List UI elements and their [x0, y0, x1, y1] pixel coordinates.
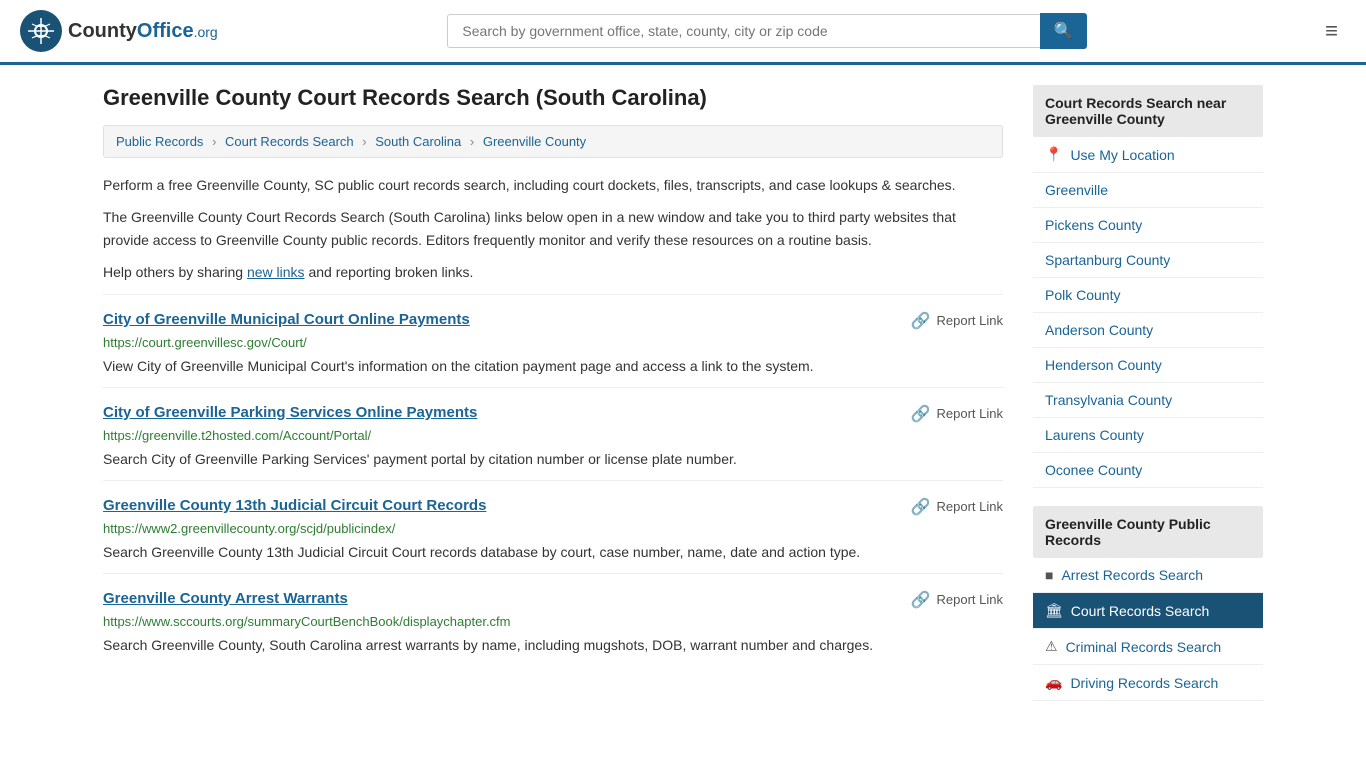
public-records-links: ■ Arrest Records Search 🏛 Court Records … [1033, 558, 1263, 701]
result-title-0[interactable]: City of Greenville Municipal Court Onlin… [103, 311, 470, 328]
report-link-btn-1[interactable]: 🔗 Report Link [911, 404, 1003, 424]
sidebar: Court Records Search near Greenville Cou… [1033, 85, 1263, 719]
records-link-1[interactable]: 🏛 Court Records Search [1033, 593, 1263, 628]
result-desc-2: Search Greenville County 13th Judicial C… [103, 542, 1003, 563]
result-title-2[interactable]: Greenville County 13th Judicial Circuit … [103, 497, 486, 514]
main-container: Greenville County Court Records Search (… [83, 65, 1283, 739]
nearby-link-0[interactable]: 📍Use My Location [1033, 137, 1263, 172]
report-icon-2: 🔗 [911, 497, 931, 517]
results-list: City of Greenville Municipal Court Onlin… [103, 294, 1003, 666]
report-icon-0: 🔗 [911, 311, 931, 331]
result-desc-0: View City of Greenville Municipal Court'… [103, 356, 1003, 377]
description-1: Perform a free Greenville County, SC pub… [103, 174, 1003, 196]
new-links-link[interactable]: new links [247, 264, 305, 280]
nearby-link-8[interactable]: Laurens County [1033, 418, 1263, 452]
logo-area: CountyOffice.org [20, 10, 218, 52]
nearby-list-item: Greenville [1033, 173, 1263, 208]
report-link-label-2: Report Link [937, 499, 1003, 514]
report-link-label-1: Report Link [937, 406, 1003, 421]
content-area: Greenville County Court Records Search (… [103, 85, 1003, 719]
nearby-link-4[interactable]: Polk County [1033, 278, 1263, 312]
records-icon-1: 🏛 [1045, 602, 1063, 619]
breadcrumb-sep-3: › [470, 134, 474, 149]
result-item: Greenville County 13th Judicial Circuit … [103, 480, 1003, 573]
nearby-list-item: Spartanburg County [1033, 243, 1263, 278]
nearby-list-item: Laurens County [1033, 418, 1263, 453]
description-2: The Greenville County Court Records Sear… [103, 206, 1003, 251]
report-icon-3: 🔗 [911, 590, 931, 610]
nearby-list-item: Pickens County [1033, 208, 1263, 243]
location-pin-icon: 📍 [1045, 146, 1062, 163]
breadcrumb-sep-1: › [212, 134, 216, 149]
report-link-btn-0[interactable]: 🔗 Report Link [911, 311, 1003, 331]
page-title: Greenville County Court Records Search (… [103, 85, 1003, 111]
nearby-list-item: Oconee County [1033, 453, 1263, 488]
description-3: Help others by sharing new links and rep… [103, 261, 1003, 283]
search-bar: 🔍 [447, 13, 1087, 49]
nearby-links: 📍Use My LocationGreenvillePickens County… [1033, 137, 1263, 488]
records-link-label-1: Court Records Search [1071, 603, 1210, 619]
nearby-list-item: Anderson County [1033, 313, 1263, 348]
nearby-link-9[interactable]: Oconee County [1033, 453, 1263, 487]
search-input[interactable] [447, 14, 1039, 48]
breadcrumb-sep-2: › [362, 134, 366, 149]
result-desc-3: Search Greenville County, South Carolina… [103, 635, 1003, 656]
result-url-1: https://greenville.t2hosted.com/Account/… [103, 428, 1003, 443]
hamburger-icon: ≡ [1325, 18, 1338, 43]
report-link-label-3: Report Link [937, 592, 1003, 607]
result-item: Greenville County Arrest Warrants 🔗 Repo… [103, 573, 1003, 666]
result-item: City of Greenville Parking Services Onli… [103, 387, 1003, 480]
breadcrumb-public-records[interactable]: Public Records [116, 134, 203, 149]
records-list-item: 🚗 Driving Records Search [1033, 665, 1263, 701]
result-item: City of Greenville Municipal Court Onlin… [103, 294, 1003, 387]
records-list-item: ⚠ Criminal Records Search [1033, 629, 1263, 665]
report-link-btn-3[interactable]: 🔗 Report Link [911, 590, 1003, 610]
nearby-link-6[interactable]: Henderson County [1033, 348, 1263, 382]
result-desc-1: Search City of Greenville Parking Servic… [103, 449, 1003, 470]
result-url-3: https://www.sccourts.org/summaryCourtBen… [103, 614, 1003, 629]
menu-button[interactable]: ≡ [1317, 14, 1346, 48]
nearby-link-5[interactable]: Anderson County [1033, 313, 1263, 347]
breadcrumb-greenville-county[interactable]: Greenville County [483, 134, 586, 149]
logo-icon [20, 10, 62, 52]
nearby-list-item: 📍Use My Location [1033, 137, 1263, 173]
records-link-2[interactable]: ⚠ Criminal Records Search [1033, 629, 1263, 664]
records-icon-0: ■ [1045, 567, 1053, 583]
nearby-link-1[interactable]: Greenville [1033, 173, 1263, 207]
records-link-3[interactable]: 🚗 Driving Records Search [1033, 665, 1263, 700]
nearby-link-3[interactable]: Spartanburg County [1033, 243, 1263, 277]
result-url-2: https://www2.greenvillecounty.org/scjd/p… [103, 521, 1003, 536]
records-link-label-3: Driving Records Search [1070, 675, 1218, 691]
records-link-0[interactable]: ■ Arrest Records Search [1033, 558, 1263, 592]
report-icon-1: 🔗 [911, 404, 931, 424]
records-link-label-2: Criminal Records Search [1066, 639, 1222, 655]
search-icon: 🔍 [1054, 23, 1074, 40]
nearby-list-item: Polk County [1033, 278, 1263, 313]
result-title-1[interactable]: City of Greenville Parking Services Onli… [103, 404, 477, 421]
records-list-item: ■ Arrest Records Search [1033, 558, 1263, 593]
records-link-label-0: Arrest Records Search [1061, 567, 1203, 583]
search-button[interactable]: 🔍 [1040, 13, 1088, 49]
nearby-list-item: Henderson County [1033, 348, 1263, 383]
public-records-section-title: Greenville County Public Records [1033, 506, 1263, 558]
result-url-0: https://court.greenvillesc.gov/Court/ [103, 335, 1003, 350]
logo-text: CountyOffice.org [68, 20, 218, 43]
report-link-label-0: Report Link [937, 313, 1003, 328]
site-header: CountyOffice.org 🔍 ≡ [0, 0, 1366, 65]
breadcrumb-court-records[interactable]: Court Records Search [225, 134, 354, 149]
nearby-link-7[interactable]: Transylvania County [1033, 383, 1263, 417]
header-right: ≡ [1317, 14, 1346, 48]
breadcrumb-south-carolina[interactable]: South Carolina [375, 134, 461, 149]
report-link-btn-2[interactable]: 🔗 Report Link [911, 497, 1003, 517]
breadcrumb: Public Records › Court Records Search › … [103, 125, 1003, 158]
nearby-link-2[interactable]: Pickens County [1033, 208, 1263, 242]
records-icon-3: 🚗 [1045, 674, 1062, 691]
records-icon-2: ⚠ [1045, 638, 1058, 655]
nearby-list-item: Transylvania County [1033, 383, 1263, 418]
records-list-item: 🏛 Court Records Search [1033, 593, 1263, 629]
result-title-3[interactable]: Greenville County Arrest Warrants [103, 590, 348, 607]
nearby-section-title: Court Records Search near Greenville Cou… [1033, 85, 1263, 137]
